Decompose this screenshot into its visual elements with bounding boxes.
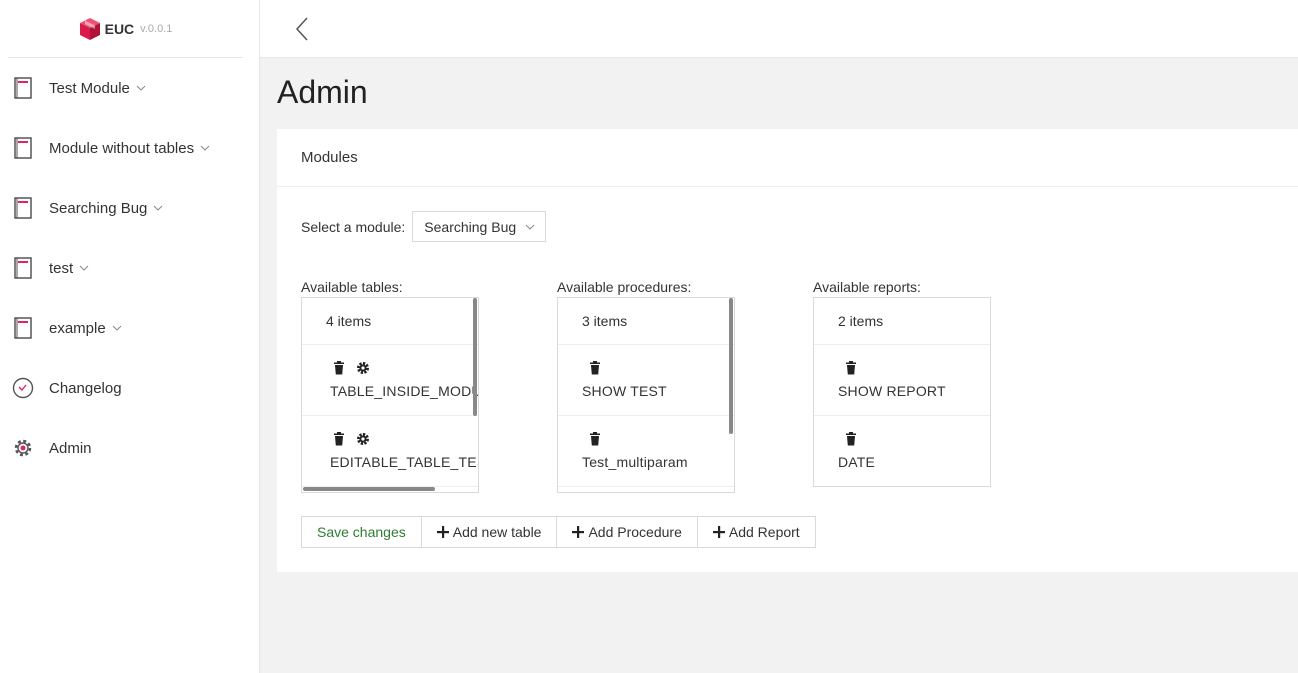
plus-icon [436,526,449,538]
chevron-down-icon [136,85,146,91]
list-item[interactable]: DATE [814,416,990,486]
nav-list: Test Module Module without tables Search… [0,58,260,478]
plus-icon [712,526,725,538]
list-item[interactable]: EDITABLE_TABLE_TEST [302,416,478,487]
brand[interactable]: EUC v.0.0.1 [8,0,243,58]
gear-icon[interactable] [356,361,370,375]
reports-count: 2 items [814,298,990,345]
sidebar-item-test[interactable]: test [0,238,260,298]
brand-version: v.0.0.1 [140,22,173,35]
reports-list-block: Available reports: 2 items SHOW REPORT D… [813,277,991,487]
sidebar-item-label: Module without tables [49,139,195,157]
trash-icon[interactable] [332,432,346,446]
add-report-button[interactable]: Add Report [696,516,816,548]
add-procedure-label: Add Procedure [588,524,682,540]
table-name: TABLE_INSIDE_MODULE [330,383,478,399]
tables-count: 4 items [302,298,478,345]
sidebar-item-label: test [49,259,74,277]
trash-icon[interactable] [588,361,602,375]
module-icon [12,197,34,219]
vertical-scrollbar[interactable] [473,298,477,416]
procedures-count: 3 items [558,298,734,345]
vertical-scrollbar[interactable] [729,298,733,434]
tables-list[interactable]: 4 items TABLE_INSIDE_MODULE EDITABLE_TAB… [301,297,479,493]
module-select-value: Searching Bug [424,218,517,235]
procedures-list-block: Available procedures: 3 items SHOW TEST … [557,277,735,493]
logo-cube-icon [79,17,100,40]
list-item[interactable]: SHOW REPORT [814,345,990,416]
list-item[interactable]: Test_multiparam [558,416,734,487]
tables-label: Available tables: [301,279,403,295]
add-report-label: Add Report [728,524,800,540]
save-changes-label: Save changes [317,524,406,540]
clock-icon [12,377,34,399]
procedure-name: SHOW TEST [582,383,667,399]
module-icon [12,317,34,339]
trash-icon[interactable] [332,361,346,375]
page-title: Admin [277,74,368,110]
reports-label: Available reports: [813,279,921,295]
sidebar-item-searching-bug[interactable]: Searching Bug [0,178,260,238]
top-bar [260,0,1298,58]
sidebar-item-module-without-tables[interactable]: Module without tables [0,118,260,178]
card-title: Modules [277,129,1298,187]
sidebar-item-admin[interactable]: Admin [0,418,260,478]
procedures-label: Available procedures: [557,279,692,295]
sidebar-item-example[interactable]: example [0,298,260,358]
reports-list[interactable]: 2 items SHOW REPORT DATE [813,297,991,487]
module-icon [12,137,34,159]
sidebar-item-label: Changelog [49,379,122,397]
list-item[interactable]: TABLE_INSIDE_MODULE [302,345,478,416]
chevron-down-icon [200,145,210,151]
chevron-down-icon [154,205,163,211]
report-name: SHOW REPORT [838,383,946,399]
sidebar: EUC v.0.0.1 Test Module Module without t… [0,0,260,673]
table-name: EDITABLE_TABLE_TEST [330,454,479,470]
module-icon [12,77,34,99]
procedures-list[interactable]: 3 items SHOW TEST Test_multiparam [557,297,735,493]
plus-icon [572,526,585,538]
save-changes-button[interactable]: Save changes [301,516,422,548]
report-name: DATE [838,454,876,470]
module-select-row: Select a module: Searching Bug [301,211,547,242]
trash-icon[interactable] [588,432,602,446]
gear-icon [12,437,34,459]
back-chevron-icon[interactable] [294,16,310,42]
sidebar-item-label: Searching Bug [49,199,148,217]
tables-list-block: Available tables: 4 items TABLE_INSIDE_M… [301,277,479,493]
sidebar-item-label: Test Module [49,79,130,97]
trash-icon[interactable] [844,432,858,446]
gear-icon[interactable] [356,432,370,446]
sidebar-item-test-module[interactable]: Test Module [0,58,260,118]
brand-name: EUC [104,20,135,37]
add-procedure-button[interactable]: Add Procedure [556,516,698,548]
action-buttons: Save changes Add new table Add Procedure… [301,516,816,548]
modules-card: Modules Select a module: Searching Bug A… [277,129,1298,572]
trash-icon[interactable] [844,361,858,375]
module-select[interactable]: Searching Bug [412,211,547,242]
add-table-button[interactable]: Add new table [420,516,558,548]
list-item[interactable]: SHOW TEST [558,345,734,416]
module-icon [12,257,34,279]
sidebar-item-changelog[interactable]: Changelog [0,358,260,418]
procedure-name: Test_multiparam [582,454,688,470]
module-select-label: Select a module: [301,218,406,235]
horizontal-scrollbar[interactable] [303,487,435,491]
sidebar-item-label: example [49,319,106,337]
sidebar-item-label: Admin [49,439,92,457]
chevron-down-icon [525,224,535,230]
add-table-label: Add new table [452,524,542,540]
chevron-down-icon [79,265,89,271]
chevron-down-icon [112,325,122,331]
